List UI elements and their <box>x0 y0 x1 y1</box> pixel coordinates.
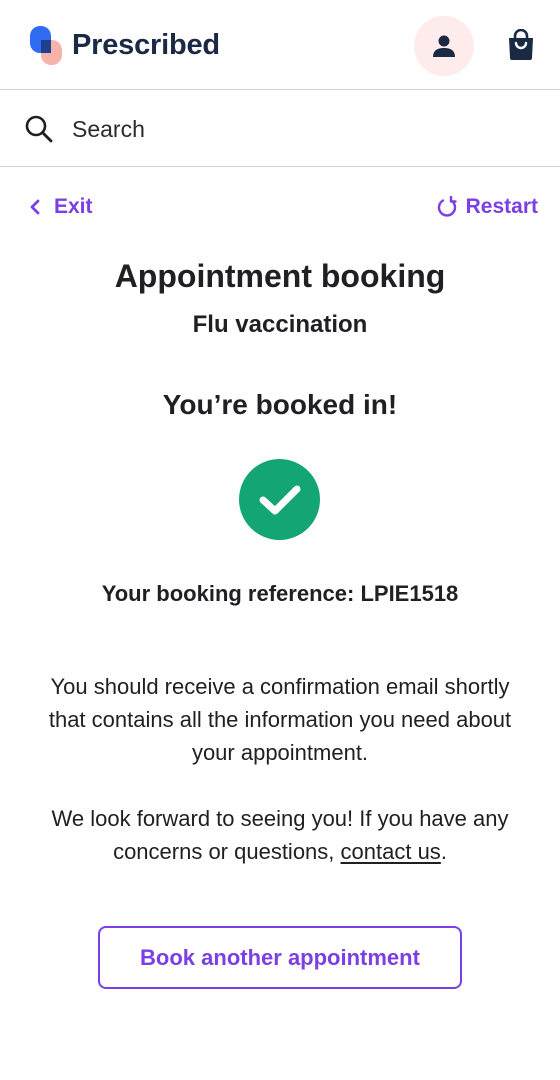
book-another-appointment-button[interactable]: Book another appointment <box>98 926 462 989</box>
restart-label: Restart <box>465 195 538 218</box>
search-icon[interactable] <box>24 114 54 144</box>
shopping-bag-icon <box>509 29 533 60</box>
prescribed-logo-icon[interactable] <box>30 26 64 66</box>
exit-label: Exit <box>54 195 93 218</box>
search-input[interactable] <box>72 110 532 148</box>
checkmark-icon <box>259 485 300 514</box>
booking-reference-label: Your booking reference: <box>101 581 355 606</box>
service-name: Flu vaccination <box>192 311 368 338</box>
booking-reference-value: LPIE1518 <box>360 581 459 606</box>
closing-text: We look forward to seeing you! If you ha… <box>30 802 530 868</box>
app-header: Prescribed <box>0 0 560 90</box>
account-button[interactable] <box>414 16 474 76</box>
success-check-icon <box>239 459 320 540</box>
person-icon <box>433 35 455 57</box>
booking-reference: Your booking reference: LPIE1518 <box>0 578 560 610</box>
confirmation-heading: You’re booked in! <box>162 389 398 420</box>
closing-text-end: . <box>440 839 447 864</box>
confirmation-email-text: You should receive a confirmation email … <box>48 674 512 765</box>
page-title: Appointment booking <box>114 258 446 294</box>
basket-button[interactable] <box>500 24 542 66</box>
restart-icon <box>437 196 457 217</box>
exit-link[interactable]: Exit <box>28 192 93 222</box>
brand-name[interactable]: Prescribed <box>72 26 220 64</box>
chevron-left-icon <box>30 199 40 215</box>
search-bar <box>0 90 560 167</box>
contact-us-link[interactable]: contact us <box>341 839 441 864</box>
restart-link[interactable]: Restart <box>436 192 538 222</box>
